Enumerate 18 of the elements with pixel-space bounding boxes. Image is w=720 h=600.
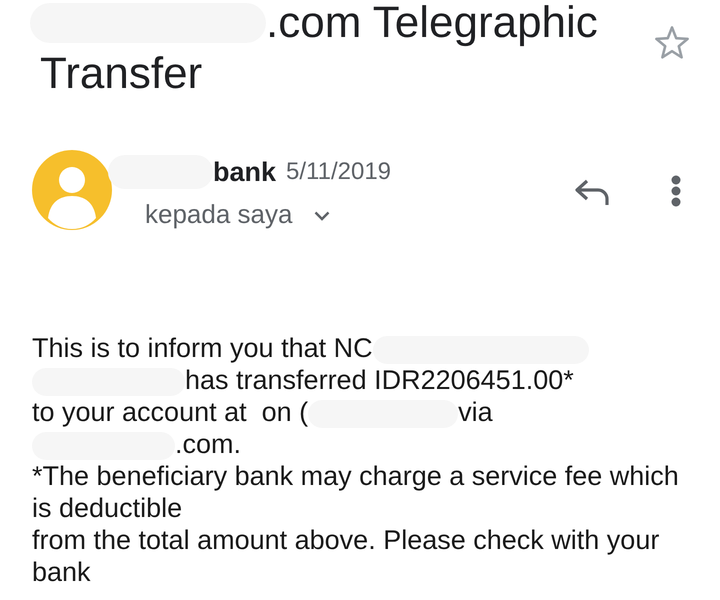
message-text: from the total amount above. Please check with your bank — [32, 525, 660, 587]
message-text: has transferred IDR2206451.00* — [185, 365, 574, 395]
star-button[interactable] — [654, 25, 690, 61]
date-text: 5/11/2019 — [286, 157, 392, 187]
recipient-details-toggle[interactable]: kepada saya — [145, 198, 330, 230]
reply-icon — [574, 178, 610, 206]
message-text: .com. — [175, 429, 242, 459]
more-options-icon — [670, 175, 682, 207]
message-text: to your account at on ( — [32, 397, 308, 427]
subject-text: Transfer — [40, 51, 202, 97]
avatar-icon — [32, 150, 112, 230]
more-options-button[interactable] — [670, 175, 682, 207]
sender-name: bank — [213, 156, 276, 188]
star-icon — [654, 25, 690, 61]
reply-button[interactable] — [574, 178, 610, 206]
message-text: via — [458, 397, 493, 427]
subject-text: .com Telegraphic — [266, 0, 598, 46]
message-text: This is to inform you that NC — [32, 333, 373, 363]
